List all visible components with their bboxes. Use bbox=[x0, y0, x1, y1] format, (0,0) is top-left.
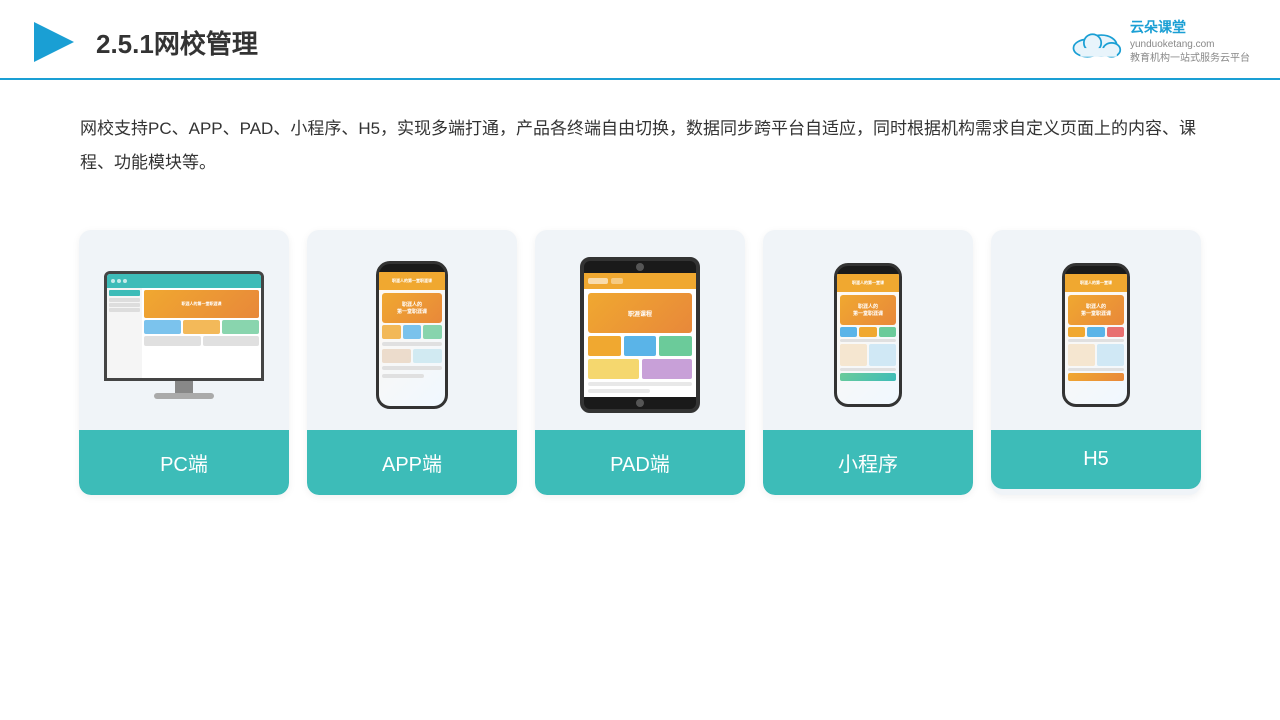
cards-container: 职涯人的第一堂职涯课 bbox=[0, 200, 1280, 525]
card-h5: 职涯人的第一堂课 职涯人的第一堂职涯课 bbox=[991, 230, 1201, 495]
header-left: 2.5.1网校管理 bbox=[30, 18, 258, 66]
miniprogram-mockup: 职涯人的第一堂课 职涯人的第一堂职涯课 bbox=[834, 263, 902, 407]
card-pc-label: PC端 bbox=[79, 430, 289, 495]
logo-text: 云朵课堂 yunduoketang.com 教育机构一站式服务云平台 bbox=[1130, 18, 1250, 66]
pad-mockup: 职涯课程 bbox=[580, 257, 700, 413]
h5-mockup: 职涯人的第一堂课 职涯人的第一堂职涯课 bbox=[1062, 263, 1130, 407]
play-icon bbox=[30, 18, 78, 66]
logo-area: 云朵课堂 yunduoketang.com 教育机构一站式服务云平台 bbox=[1070, 18, 1250, 66]
card-miniprogram-label: 小程序 bbox=[763, 430, 973, 495]
card-app: 职涯人的第一堂职涯课 职涯人的第一堂职涯课 bbox=[307, 230, 517, 495]
card-h5-label: H5 bbox=[991, 430, 1201, 489]
pc-mockup: 职涯人的第一堂职涯课 bbox=[104, 271, 264, 399]
app-mockup: 职涯人的第一堂职涯课 职涯人的第一堂职涯课 bbox=[376, 261, 448, 409]
card-pad-label: PAD端 bbox=[535, 430, 745, 495]
card-app-label: APP端 bbox=[307, 430, 517, 495]
card-h5-image: 职涯人的第一堂课 职涯人的第一堂职涯课 bbox=[991, 230, 1201, 430]
card-pc-image: 职涯人的第一堂职涯课 bbox=[79, 230, 289, 430]
header: 2.5.1网校管理 云朵课堂 yunduoketang.com 教育机构一站式服… bbox=[0, 0, 1280, 80]
card-miniprogram-image: 职涯人的第一堂课 职涯人的第一堂职涯课 bbox=[763, 230, 973, 430]
card-pad: 职涯课程 bbox=[535, 230, 745, 495]
description-text: 网校支持PC、APP、PAD、小程序、H5，实现多端打通，产品各终端自由切换，数… bbox=[0, 80, 1280, 200]
card-miniprogram: 职涯人的第一堂课 职涯人的第一堂职涯课 bbox=[763, 230, 973, 495]
card-app-image: 职涯人的第一堂职涯课 职涯人的第一堂职涯课 bbox=[307, 230, 517, 430]
card-pc: 职涯人的第一堂职涯课 bbox=[79, 230, 289, 495]
page-title: 2.5.1网校管理 bbox=[96, 24, 258, 61]
card-pad-image: 职涯课程 bbox=[535, 230, 745, 430]
logo-icon bbox=[1070, 23, 1122, 61]
